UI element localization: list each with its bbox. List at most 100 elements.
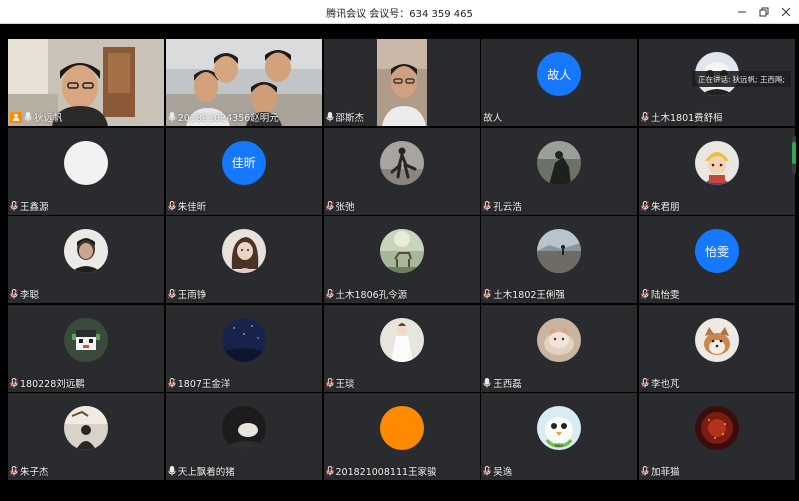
participant-name-row: 土木1806孔令源 — [325, 288, 407, 301]
avatar — [64, 406, 108, 450]
mic-muted-icon — [641, 377, 649, 387]
participant-name: 张弛 — [335, 201, 355, 213]
participant-tile[interactable]: 天上飘着的猪 — [165, 393, 322, 480]
svg-text:NBS: NBS — [555, 443, 564, 448]
participant-name: 朱佳昕 — [177, 201, 207, 213]
participant-tile[interactable]: 土木1802王俐强 — [481, 216, 638, 303]
avatar — [221, 406, 266, 450]
participant-name: 朱子杰 — [20, 467, 49, 478]
participant-tile[interactable]: 李也芃 — [639, 304, 795, 392]
participant-name: 土木1801费舒桓 — [651, 113, 723, 124]
participant-name-row: 加菲猫 — [641, 465, 680, 478]
participant-name-row: 朱君朋 — [641, 200, 680, 213]
mic-muted-icon — [10, 289, 18, 299]
window-controls — [733, 3, 795, 21]
mic-muted-icon — [641, 289, 649, 299]
participant-tile[interactable]: 张弛 — [323, 127, 480, 215]
participant-name-row: 李聪 — [10, 288, 40, 301]
participant-name-row: 王鑫源 — [10, 200, 49, 213]
participant-tile[interactable]: 201821024356赵明元 — [165, 39, 322, 126]
speaking-names: 狄远帆; 王西飚; — [732, 74, 785, 84]
participant-tile[interactable]: 朱子杰 — [8, 393, 164, 480]
participant-name: 孔云浩 — [493, 201, 522, 213]
participant-name: 201821024356赵明元 — [177, 113, 279, 124]
minimize-icon — [738, 11, 746, 13]
side-scrollbar[interactable] — [792, 136, 796, 174]
mic-muted-icon — [325, 200, 334, 210]
participant-tile[interactable]: 故人 故人 — [481, 39, 638, 126]
mic-muted-icon — [641, 112, 649, 122]
mic-muted-icon — [483, 466, 492, 476]
mic-muted-icon — [641, 466, 649, 476]
participant-name: 朱君朋 — [651, 201, 680, 213]
avatar-initials: 故人 — [547, 67, 572, 82]
participant-tile[interactable]: 狄远帆 — [8, 39, 164, 126]
mic-muted-icon — [325, 289, 334, 299]
title-bar: 腾讯会议 会议号：634 359 465 — [0, 0, 799, 24]
close-icon — [781, 7, 791, 17]
mic-muted-icon — [641, 200, 649, 210]
mic-muted-icon — [167, 289, 176, 299]
participant-name-row: 吴逸 — [483, 465, 512, 478]
participant-name: 土木1802王俐强 — [493, 290, 565, 301]
mic-muted-icon — [167, 200, 176, 210]
participant-tile[interactable]: 孔云浩 — [481, 127, 638, 215]
scroll-thumb[interactable] — [792, 142, 796, 164]
participant-name-row: 李也芃 — [641, 377, 680, 390]
participant-tile[interactable]: 王琰 — [323, 304, 480, 392]
restore-icon — [759, 7, 769, 17]
participant-name: 狄远帆 — [34, 113, 63, 124]
participant-name-row: 201821008111王家骏 — [325, 465, 437, 478]
mic-muted-icon — [10, 200, 18, 210]
avatar — [695, 140, 739, 185]
participant-tile[interactable]: 王鑫源 — [8, 127, 164, 215]
minimize-button[interactable] — [733, 3, 751, 21]
participant-name: 王鑫源 — [20, 201, 49, 213]
participant-tile[interactable]: 201821008111王家骏 — [323, 393, 480, 480]
participant-name: 李聪 — [20, 290, 40, 301]
participant-tile[interactable]: 李聪 — [8, 216, 164, 303]
participant-tile[interactable]: 加菲猫 — [639, 393, 795, 480]
avatar — [537, 229, 582, 273]
participant-tile[interactable]: 怡雯 陆怡雯 — [639, 216, 795, 303]
avatar — [379, 229, 424, 273]
mic-icon — [168, 112, 176, 122]
avatar — [537, 317, 582, 362]
participant-name: 邵斯杰 — [335, 113, 365, 124]
host-badge — [10, 111, 22, 123]
mic-muted-icon — [167, 377, 176, 387]
participant-tile[interactable]: 王雨铮 — [165, 216, 322, 303]
mic-muted-icon — [10, 466, 18, 476]
avatar — [64, 317, 108, 362]
participant-tile[interactable]: 邵斯杰 — [323, 39, 480, 126]
avatar — [695, 406, 739, 450]
participant-tile[interactable]: 佳昕 朱佳昕 — [165, 127, 322, 215]
participant-tile[interactable]: 1807王金洋 — [165, 304, 322, 392]
participant-tile[interactable]: 王西磊 — [481, 304, 638, 392]
participant-name-row: 张弛 — [325, 200, 355, 213]
participant-name-row: 王西磊 — [483, 377, 522, 390]
participant-name-row: 天上飘着的猪 — [168, 465, 235, 478]
participant-name: 李也芃 — [651, 378, 680, 390]
participant-name: 天上飘着的猪 — [177, 467, 235, 478]
participant-grid: 狄远帆 201821024356赵明元 邵斯杰 故人 故人 土木1801费舒桓 王鑫源 佳昕朱… — [8, 39, 795, 500]
participant-tile[interactable]: 180228刘远鹏 — [8, 304, 164, 392]
participant-tile[interactable]: NBS 吴逸 — [481, 393, 638, 480]
participant-tile[interactable]: 土木1806孔令源 — [323, 216, 480, 303]
participant-name-row: 故人 — [483, 111, 502, 124]
avatar — [695, 317, 739, 362]
mic-muted-icon — [325, 466, 334, 476]
avatar — [64, 229, 108, 273]
participant-name-row: 王琰 — [325, 377, 355, 390]
participant-name-row: 邵斯杰 — [326, 111, 365, 124]
mic-muted-icon — [483, 200, 492, 210]
participant-name-row: 180228刘远鹏 — [10, 377, 85, 390]
mic-muted-icon — [483, 289, 492, 299]
participant-name-row: 朱佳昕 — [167, 200, 207, 213]
participant-name-row: 土木1801费舒桓 — [641, 111, 723, 124]
close-button[interactable] — [777, 3, 795, 21]
participant-tile[interactable]: 朱君朋 — [639, 127, 795, 215]
avatar — [221, 317, 266, 362]
participant-name-row: 1807王金洋 — [167, 377, 230, 390]
restore-button[interactable] — [755, 3, 773, 21]
